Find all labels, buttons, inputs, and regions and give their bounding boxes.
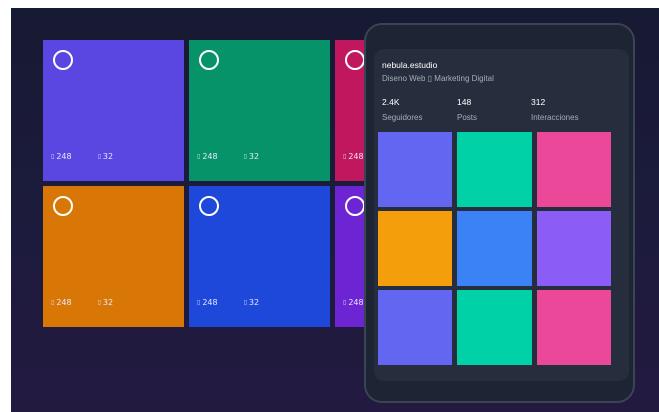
metric-label: Posts (457, 113, 478, 122)
post-card[interactable]: ▯248 ▯32 (189, 186, 330, 327)
profile-bio: Diseno Web ▯ Marketing Digital (382, 74, 494, 83)
metric-value: 148 (457, 97, 472, 107)
likes-stat: ▯ 248 (51, 152, 72, 161)
likes-count: 248 (56, 152, 72, 161)
post-stats: ▯248 ▯32 (197, 298, 259, 307)
comments-stat: ▯32 (98, 152, 114, 161)
post-stats: ▯248 ▯32 (197, 152, 259, 161)
comment-icon: ▯ (97, 153, 101, 160)
likes-stat: ▯ 248 (197, 152, 218, 161)
avatar-ring-icon (53, 196, 73, 216)
metric-label: Seguidores (382, 113, 423, 122)
grid-tile[interactable] (537, 211, 611, 286)
post-stats: ▯248 ▯32 (51, 298, 113, 307)
heart-icon: ▯ (51, 299, 55, 306)
comments-stat: ▯32 (98, 298, 114, 307)
grid-tile[interactable] (378, 290, 452, 365)
heart-icon: ▯ (51, 153, 55, 160)
grid-tile[interactable] (457, 132, 532, 207)
avatar-ring-icon (345, 50, 365, 70)
comment-icon: ▯ (243, 299, 247, 306)
comments-count: 32 (102, 152, 114, 161)
metric-followers: 2.4K Seguidores (382, 97, 422, 122)
avatar-ring-icon (199, 50, 219, 70)
avatar-ring-icon (345, 196, 365, 216)
grid-tile[interactable] (537, 132, 611, 207)
post-card[interactable]: ▯248 ▯32 (43, 186, 184, 327)
grid-tile[interactable] (378, 211, 452, 286)
likes-count: 248 (348, 298, 364, 307)
metric-value: 312 (531, 97, 546, 107)
profile-grid (378, 132, 611, 366)
heart-icon: ▯ (197, 153, 201, 160)
metric-interactions: 312 Interacciones (531, 97, 579, 122)
profile-username: nebula.estudio (382, 60, 438, 70)
metric-label: Interacciones (531, 113, 579, 122)
heart-icon: ▯ (197, 299, 201, 306)
likes-count: 248 (202, 298, 218, 307)
likes-count: 248 (56, 298, 72, 307)
metric-posts: 148 Posts (457, 97, 477, 122)
comments-count: 32 (248, 152, 260, 161)
likes-stat: ▯ 248 (51, 298, 72, 307)
heart-icon: ▯ (343, 153, 347, 160)
profile-screen: nebula.estudio Diseno Web ▯ Marketing Di… (374, 49, 629, 381)
grid-tile[interactable] (457, 211, 532, 286)
post-card[interactable]: ▯248 ▯32 (189, 40, 330, 181)
grid-tile[interactable] (537, 290, 611, 365)
grid-tile[interactable] (457, 290, 532, 365)
comments-count: 32 (248, 298, 260, 307)
likes-stat: ▯ 248 (197, 298, 218, 307)
heart-icon: ▯ (343, 299, 347, 306)
comments-count: 32 (102, 298, 114, 307)
likes-count: 248 (202, 152, 218, 161)
likes-stat: ▯ 248 (343, 298, 364, 307)
likes-count: 248 (348, 152, 364, 161)
phone-mockup: nebula.estudio Diseno Web ▯ Marketing Di… (364, 23, 635, 403)
post-card[interactable]: ▯248 ▯32 (43, 40, 184, 181)
metric-value: 2.4K (382, 97, 400, 107)
comment-icon: ▯ (243, 153, 247, 160)
grid-tile[interactable] (378, 132, 452, 207)
likes-stat: ▯ 248 (343, 152, 364, 161)
post-stats: ▯248 ▯32 (51, 152, 113, 161)
comments-stat: ▯32 (244, 152, 260, 161)
avatar-ring-icon (53, 50, 73, 70)
avatar-ring-icon (199, 196, 219, 216)
comment-icon: ▯ (97, 299, 101, 306)
comments-stat: ▯32 (244, 298, 260, 307)
